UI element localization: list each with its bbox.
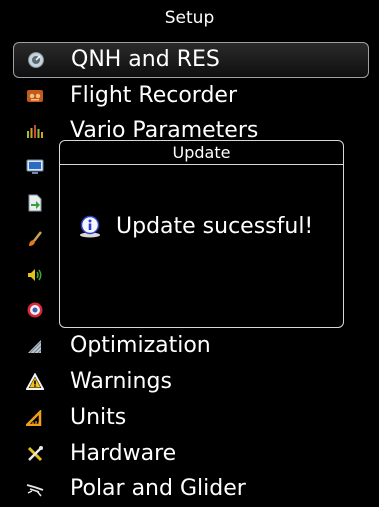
setup-screen: Setup QNH and RES Flight Recorder Vario …: [0, 0, 379, 507]
flight-recorder-icon: [24, 85, 46, 107]
page-title: Setup: [164, 8, 215, 28]
header-bar: Setup: [0, 0, 379, 36]
qnh-gauge-icon: [25, 49, 47, 71]
menu-item-optimization[interactable]: Optimization: [13, 328, 369, 364]
menu-item-label: Hardware: [70, 440, 177, 466]
dialog-title: Update: [60, 141, 343, 165]
update-dialog: Update Update sucessful!: [59, 140, 344, 328]
ruler-triangle-icon: [24, 407, 46, 429]
tools-icon: [24, 443, 46, 465]
menu-item-label: Polar and Glider: [70, 476, 246, 502]
menu-item-label: Optimization: [70, 333, 211, 359]
menu-item-flight-recorder[interactable]: Flight Recorder: [13, 78, 369, 114]
dialog-message-row: Update sucessful!: [78, 214, 333, 239]
glider-icon: [24, 478, 46, 500]
menu-item-warnings[interactable]: Warnings: [13, 364, 369, 400]
document-arrow-icon: [24, 192, 46, 214]
warning-triangle-icon: [24, 371, 46, 393]
menu-item-label: QNH and RES: [71, 46, 220, 72]
vario-parameters-icon: [24, 120, 46, 142]
info-icon: [78, 215, 102, 239]
menu-item-units[interactable]: Units: [13, 400, 369, 436]
brush-icon: [24, 228, 46, 250]
display-monitor-icon: [24, 156, 46, 178]
optimization-icon: [24, 335, 46, 357]
menu-item-label: Flight Recorder: [70, 82, 237, 108]
menu-item-qnh-and-res[interactable]: QNH and RES: [13, 42, 369, 78]
menu-item-label: Units: [70, 404, 127, 430]
menu-item-hardware[interactable]: Hardware: [13, 436, 369, 472]
target-icon: [24, 299, 46, 321]
menu-item-polar-and-glider[interactable]: Polar and Glider: [13, 472, 369, 507]
dialog-title-text: Update: [172, 143, 231, 162]
speaker-icon: [24, 264, 46, 286]
menu-item-label: Warnings: [70, 369, 172, 395]
dialog-message: Update sucessful!: [116, 214, 314, 239]
